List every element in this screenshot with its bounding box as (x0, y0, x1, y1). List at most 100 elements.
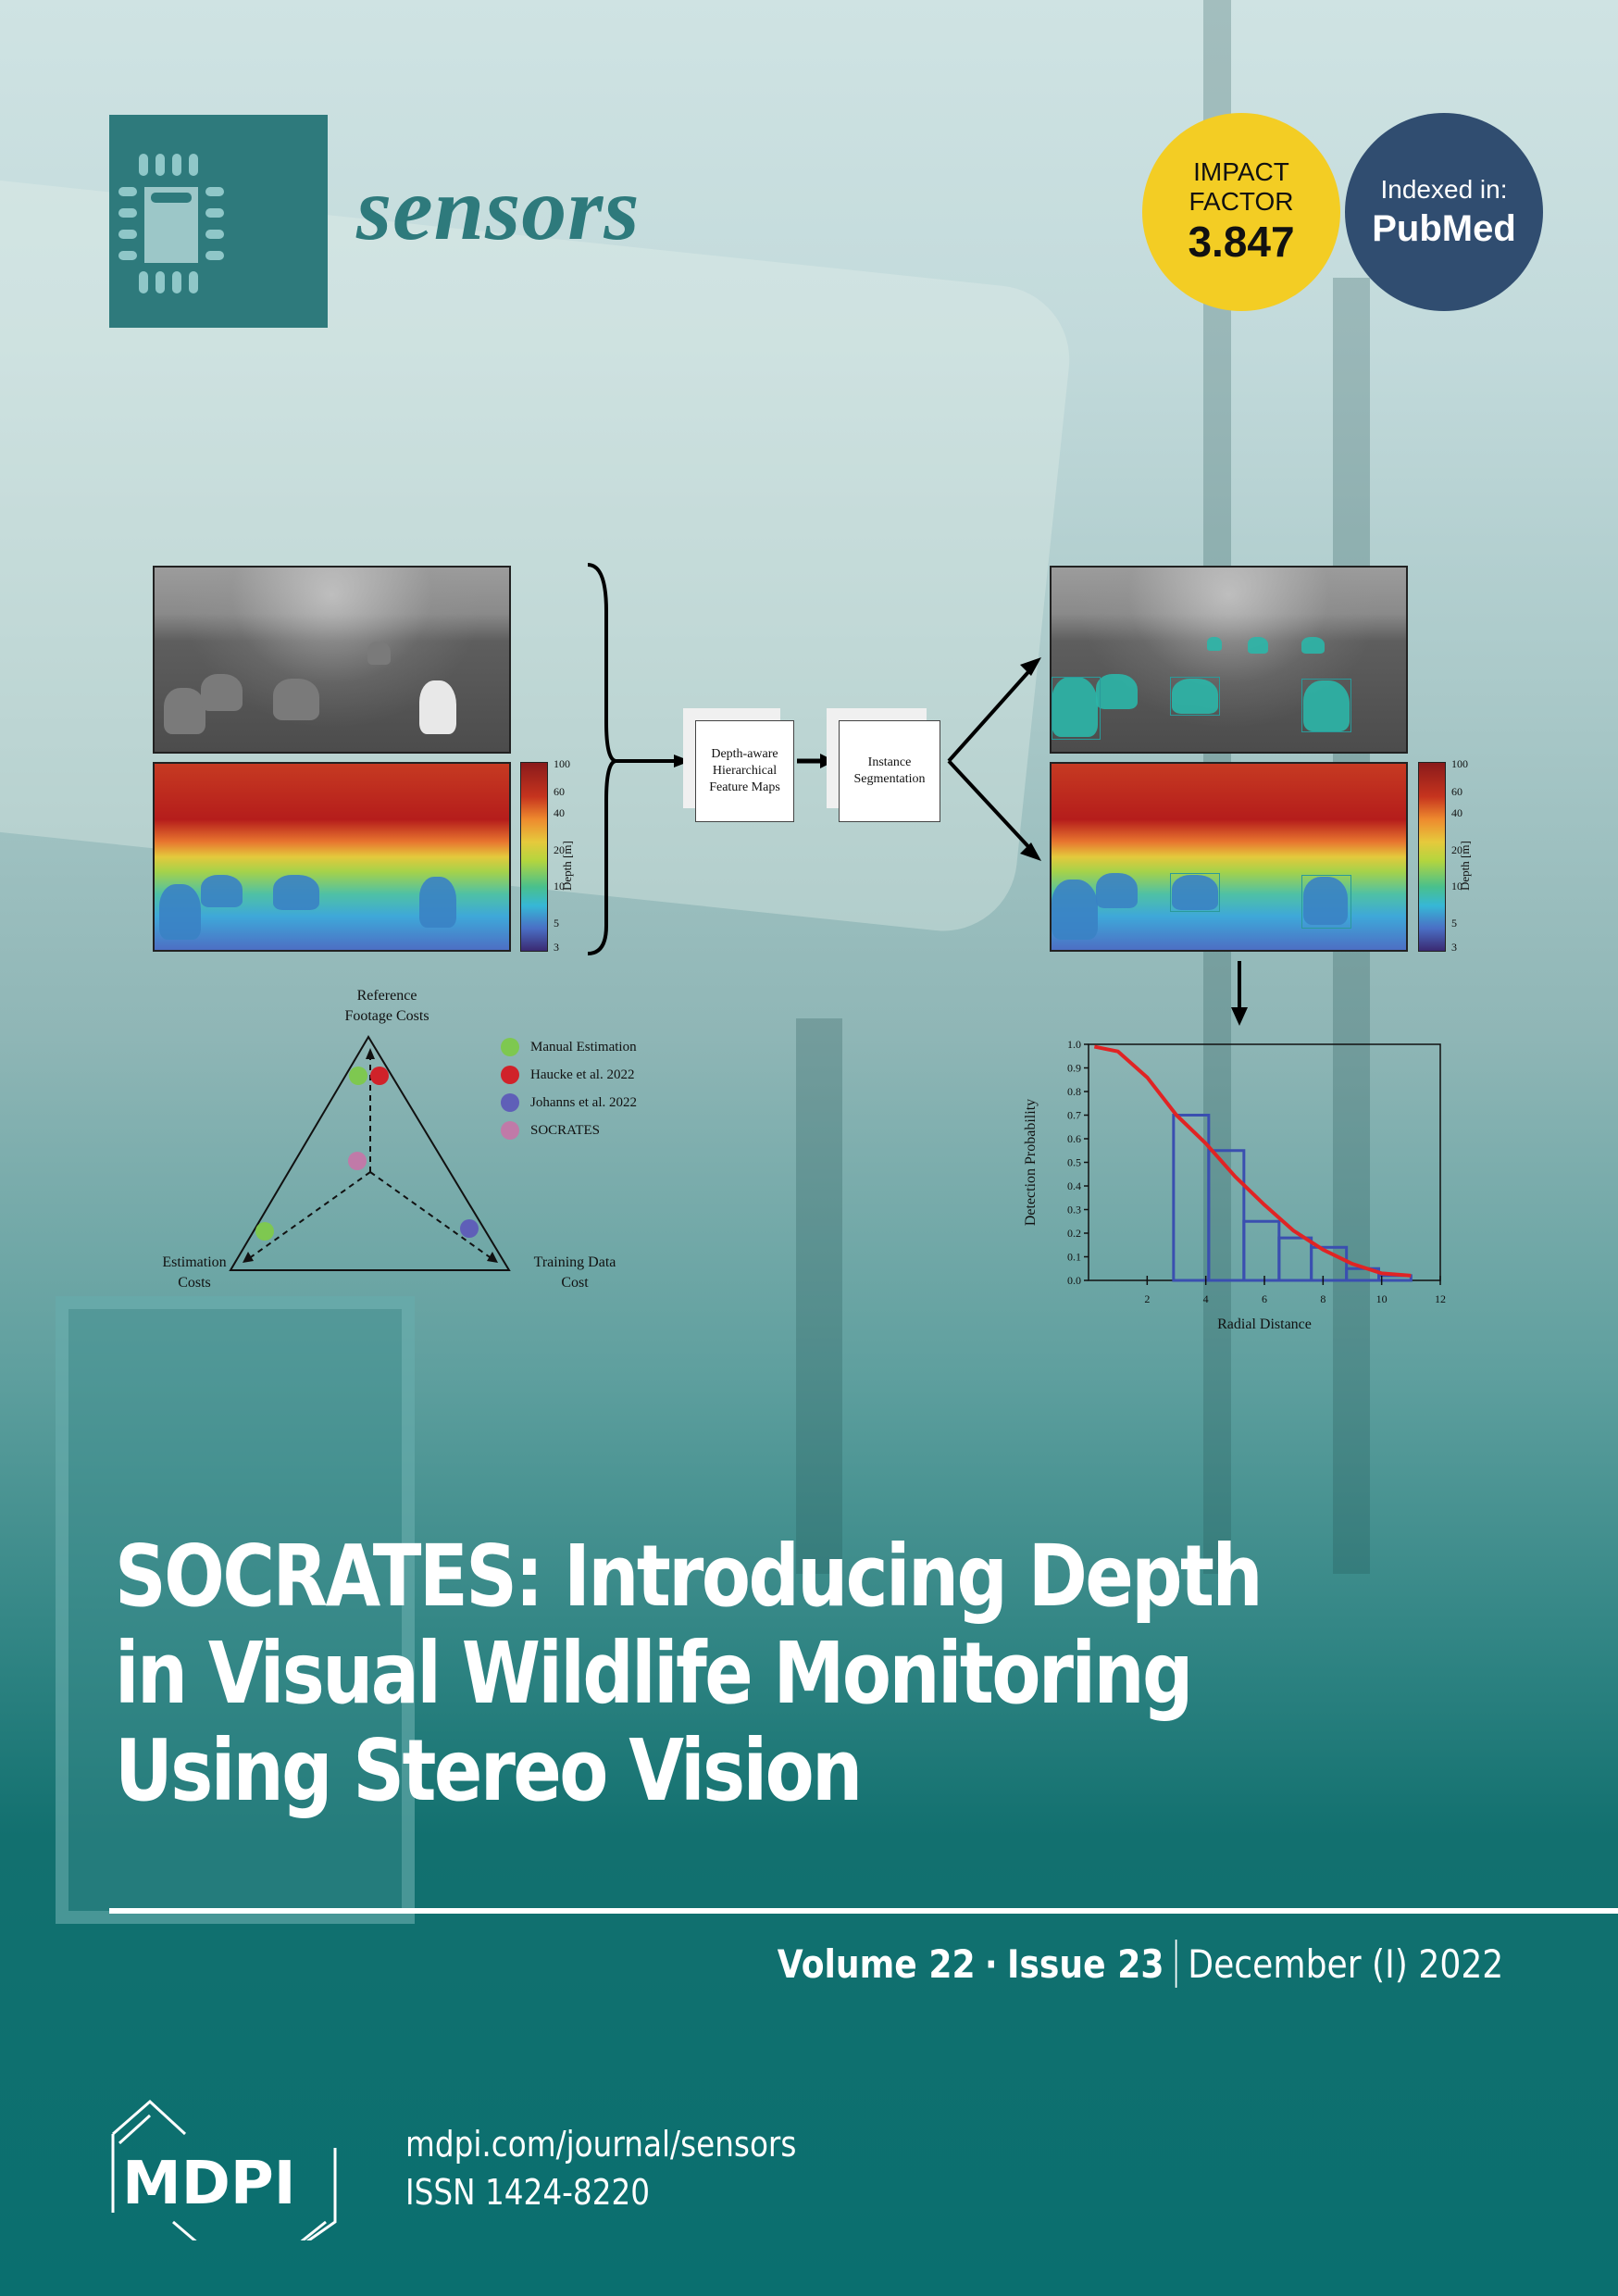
colorbar-tick: 60 (554, 785, 565, 798)
impact-factor-value: 3.847 (1188, 218, 1295, 266)
volume-number: Volume 22 (777, 1940, 976, 1987)
y-tick-label: 0.0 (1067, 1274, 1081, 1287)
point-socrates (348, 1152, 367, 1170)
y-tick-label: 0.6 (1067, 1132, 1081, 1145)
bounding-box (1052, 677, 1101, 740)
journal-url[interactable]: mdpi.com/journal/sensors (405, 2120, 796, 2168)
bounding-box (1170, 873, 1220, 912)
input-depth-map (153, 762, 511, 952)
y-tick-label: 0.2 (1067, 1227, 1081, 1240)
depth-colorbar (1418, 762, 1446, 952)
y-tick-label: 0.4 (1067, 1179, 1081, 1192)
mdpi-wordmark: MDPI (122, 2150, 296, 2218)
impact-factor-label: IMPACT (1193, 157, 1289, 186)
label-line: Cost (561, 1275, 589, 1291)
feature-maps-label-line: Hierarchical (712, 764, 778, 778)
legend-label: Haucke et al. 2022 (530, 1067, 635, 1082)
deer-mask (1301, 637, 1325, 654)
separator-dot: · (984, 1940, 998, 1987)
legend-item-socrates: SOCRATES (501, 1117, 637, 1144)
colorbar-tick: 3 (1451, 941, 1457, 954)
bounding-box (1301, 875, 1351, 929)
label-line: Estimation (162, 1254, 227, 1270)
output-segmented-image (1050, 566, 1408, 754)
deer-silhouette (201, 674, 243, 711)
pubmed-badge: Indexed in: PubMed (1345, 113, 1543, 311)
x-tick-label: 2 (1144, 1292, 1150, 1305)
feature-maps-block: Depth-aware Hierarchical Feature Maps (695, 720, 794, 822)
label-estimation-costs: Estimation Costs (139, 1253, 250, 1293)
deer-silhouette (419, 680, 456, 734)
y-tick-label: 0.7 (1067, 1109, 1081, 1122)
plot-frame (1088, 1043, 1441, 1281)
colorbar-tick: 100 (1451, 757, 1468, 770)
legend-item-johanns: Johanns et al. 2022 (501, 1089, 637, 1117)
x-tick-label: 6 (1262, 1292, 1267, 1305)
x-tick-label: 10 (1376, 1292, 1388, 1305)
issue-number: Issue 23 (1006, 1940, 1164, 1987)
colorbar-tick: 40 (1451, 806, 1462, 819)
y-tick-label: 0.3 (1067, 1204, 1081, 1217)
output-segmented-depth (1050, 762, 1408, 952)
point-manual-estimation-top (349, 1067, 367, 1085)
mdpi-logo-icon: MDPI (111, 2099, 337, 2240)
input-grayscale-image (153, 566, 511, 754)
bounding-box (1301, 679, 1351, 732)
instance-segmentation-block: Instance Segmentation (839, 720, 940, 822)
title-line: in Visual Wildlife Monitoring (115, 1624, 1193, 1723)
x-tick-label: 4 (1203, 1292, 1209, 1305)
x-tick-label: 8 (1320, 1292, 1326, 1305)
pipeline-arrows (587, 563, 1041, 955)
pubmed-label: PubMed (1372, 208, 1516, 249)
label-line: Training Data (533, 1254, 616, 1270)
issue-info: Volume 22 · Issue 23 December (I) 2022 (777, 1940, 1503, 1988)
legend-item-manual-estimation: Manual Estimation (501, 1033, 637, 1061)
y-tick-label: 0.9 (1067, 1062, 1081, 1075)
colorbar-tick: 3 (554, 941, 559, 954)
background-tree (796, 1018, 842, 1574)
impact-factor-badge: IMPACT FACTOR 3.847 (1142, 113, 1340, 311)
colorbar-tick: 60 (1451, 785, 1462, 798)
deer-silhouette (367, 642, 391, 665)
y-tick-label: 0.8 (1067, 1085, 1081, 1098)
feature-maps-label-line: Depth-aware (711, 747, 778, 761)
deer-silhouette (273, 679, 319, 720)
y-tick-label: 0.1 (1067, 1251, 1081, 1264)
label-line: Reference (356, 988, 417, 1004)
x-tick-label: 12 (1435, 1292, 1446, 1305)
deer-silhouette (159, 884, 201, 940)
legend-marker (501, 1121, 519, 1140)
issn: ISSN 1424-8220 (405, 2172, 651, 2213)
arrowhead (674, 755, 691, 767)
x-axis-title: Radial Distance (1217, 1316, 1312, 1332)
colorbar-title: Depth [m] (560, 841, 574, 891)
indexed-label: Indexed in: (1380, 175, 1508, 204)
deer-mask (1096, 674, 1138, 709)
deer-silhouette (201, 875, 243, 907)
detection-curve (1093, 1044, 1412, 1278)
histogram-bar (1207, 1149, 1246, 1282)
article-title: SOCRATES: Introducing Depth in Visual Wi… (115, 1528, 1327, 1819)
deer-mask (1096, 873, 1138, 908)
deer-mask (1207, 637, 1222, 651)
arrow-to-mask-image (947, 663, 1037, 763)
segmentation-label-line: Segmentation (853, 772, 926, 786)
triangle-legend: Manual Estimation Haucke et al. 2022 Joh… (501, 1033, 637, 1144)
feature-maps-label-line: Feature Maps (709, 780, 780, 794)
label-line: Costs (178, 1275, 211, 1291)
legend-marker (501, 1038, 519, 1056)
point-haucke (370, 1067, 389, 1085)
colorbar-tick: 5 (1451, 917, 1457, 930)
dashed-axis-left (247, 1171, 371, 1260)
point-manual-estimation-bottom (255, 1222, 274, 1241)
y-tick-label: 0.5 (1067, 1156, 1081, 1169)
title-line: SOCRATES: Introducing Depth (115, 1527, 1263, 1626)
label-training-data-cost: Training Data Cost (515, 1253, 635, 1293)
journal-name: sensors (356, 159, 641, 259)
point-johanns (460, 1219, 479, 1238)
dashed-axis-right (369, 1171, 493, 1260)
footer-info: mdpi.com/journal/sensors ISSN 1424-8220 (405, 2120, 796, 2216)
input-brace (587, 563, 616, 955)
arrowhead (820, 754, 835, 768)
deer-mask (1052, 880, 1098, 940)
